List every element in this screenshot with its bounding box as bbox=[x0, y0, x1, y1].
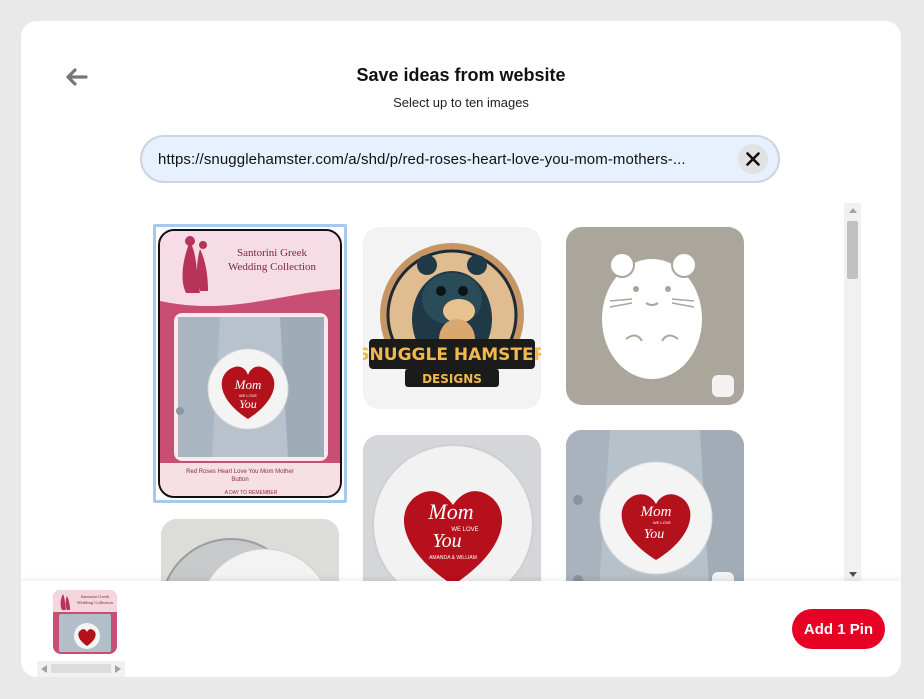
mom-button-jacket-image: Mom WE LOVE You bbox=[566, 430, 744, 581]
wedding-caption-line1: Red Roses Heart Love You Mom Mother bbox=[186, 469, 294, 475]
wedding-footer-text: A DAY TO REMEMBER bbox=[225, 490, 278, 496]
image-tile-wedding-button[interactable]: Santorini Greek Wedding Collection Mom W… bbox=[158, 229, 342, 498]
page-title: Save ideas from website bbox=[356, 65, 566, 85]
wedding-brand-line2: Wedding Collection bbox=[228, 261, 317, 273]
page-subtitle: Select up to ten images bbox=[393, 95, 529, 110]
select-checkbox[interactable] bbox=[509, 379, 531, 401]
selected-thumbnail-image: Santorini Greek Wedding Collection bbox=[53, 590, 117, 654]
wedding-heart-text-big2: You bbox=[239, 397, 257, 411]
wedding-heart-text-big: Mom bbox=[234, 377, 262, 392]
jacket-heart-text-big2: You bbox=[644, 527, 665, 542]
save-ideas-modal: Save ideas from website Select up to ten… bbox=[21, 21, 901, 677]
closeup-heart-text-names: AMANDA & WILLIAM bbox=[429, 555, 477, 561]
url-input[interactable]: https://snugglehamster.com/a/shd/p/red-r… bbox=[140, 135, 780, 183]
logo-text-line2: DESIGNS bbox=[422, 372, 482, 386]
wedding-caption-line2: Button bbox=[231, 477, 248, 483]
image-tile-button-back-view[interactable] bbox=[161, 519, 339, 581]
thumb-line1: Santorini Greek bbox=[81, 594, 110, 599]
scroll-right-arrow-icon[interactable] bbox=[115, 665, 121, 673]
clear-url-button[interactable] bbox=[738, 144, 768, 174]
wedding-collection-image: Santorini Greek Wedding Collection Mom W… bbox=[160, 231, 340, 496]
select-checkbox[interactable] bbox=[712, 572, 734, 581]
wedding-brand-line1: Santorini Greek bbox=[237, 247, 307, 259]
closeup-heart-text-big2: You bbox=[432, 530, 461, 552]
grid-scrollbar[interactable] bbox=[844, 203, 861, 581]
selected-thumbnail[interactable]: Santorini Greek Wedding Collection bbox=[53, 590, 117, 654]
image-tile-hamster-line-art[interactable] bbox=[566, 227, 744, 405]
scroll-up-arrow-icon[interactable] bbox=[844, 203, 861, 217]
url-input-value[interactable]: https://snugglehamster.com/a/shd/p/red-r… bbox=[158, 151, 730, 168]
logo-text-line1: SNUGGLE HAMSTER bbox=[363, 345, 541, 365]
button-back-view-image bbox=[161, 519, 339, 581]
image-tile-selected-outline[interactable]: Santorini Greek Wedding Collection Mom W… bbox=[153, 224, 347, 503]
jacket-heart-text-small: WE LOVE bbox=[653, 520, 672, 525]
image-grid: Santorini Greek Wedding Collection Mom W… bbox=[141, 202, 861, 581]
thumb-line2: Wedding Collection bbox=[77, 600, 114, 605]
scroll-down-arrow-icon[interactable] bbox=[844, 567, 861, 581]
hscroll-thumb[interactable] bbox=[51, 664, 111, 673]
thumbnail-hscrollbar[interactable] bbox=[37, 661, 125, 677]
image-tile-mom-button-jacket[interactable]: Mom WE LOVE You bbox=[566, 430, 744, 581]
select-checkbox[interactable] bbox=[712, 375, 734, 397]
image-tile-snuggle-logo[interactable]: SNUGGLE HAMSTER DESIGNS bbox=[363, 227, 541, 409]
jacket-heart-text-big: Mom bbox=[640, 504, 672, 520]
image-tile-mom-button-closeup[interactable]: Mom WE LOVE You AMANDA & WILLIAM bbox=[363, 435, 541, 581]
mom-button-closeup-image: Mom WE LOVE You AMANDA & WILLIAM bbox=[363, 435, 541, 581]
x-icon bbox=[746, 152, 760, 166]
add-pin-button[interactable]: Add 1 Pin bbox=[792, 609, 885, 649]
scroll-left-arrow-icon[interactable] bbox=[41, 665, 47, 673]
selection-footer: Santorini Greek Wedding Collection Add 1… bbox=[21, 581, 901, 677]
scroll-thumb[interactable] bbox=[847, 221, 858, 279]
closeup-heart-text-big: Mom bbox=[427, 499, 473, 524]
